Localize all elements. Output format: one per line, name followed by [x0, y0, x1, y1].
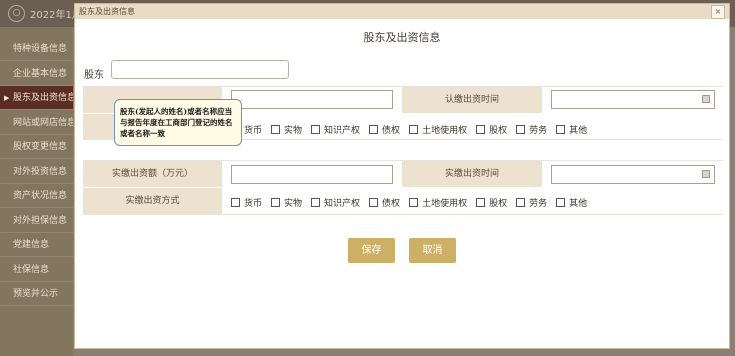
- checkbox-label: 债权: [382, 199, 401, 209]
- checkbox-label: 货币: [244, 126, 263, 136]
- dialog-title: 股东及出资信息: [79, 7, 135, 16]
- checkbox[interactable]: [476, 125, 486, 134]
- sidebar-item-label: 对外投资信息: [13, 166, 68, 177]
- calendar-icon[interactable]: [702, 170, 710, 178]
- paid-amount-input[interactable]: [231, 165, 393, 184]
- checkbox-option[interactable]: 知识产权: [311, 123, 360, 136]
- checkbox-option[interactable]: 劳务: [516, 196, 547, 209]
- sidebar-item-label: 企业基本信息: [13, 68, 68, 79]
- shareholder-tooltip: 股东(发起人的姓名)或者名称应当与报告年度在工商部门登记的姓名或者名称一致: [114, 99, 242, 146]
- checkbox-option[interactable]: 股权: [476, 196, 507, 209]
- checkbox-option[interactable]: 债权: [369, 196, 400, 209]
- caret-right-icon: ▶: [4, 94, 10, 102]
- checkbox-label: 实物: [284, 199, 303, 209]
- checkbox-label: 土地使用权: [422, 199, 468, 209]
- checkbox[interactable]: [409, 198, 419, 207]
- checkbox-label: 其他: [569, 199, 588, 209]
- checkbox[interactable]: [231, 198, 240, 207]
- checkbox[interactable]: [271, 125, 281, 134]
- checkbox-label: 股权: [489, 126, 508, 136]
- shareholder-label: 股东: [84, 70, 104, 81]
- sidebar-item[interactable]: ▶ 股东及出资信息: [0, 86, 73, 110]
- cancel-button[interactable]: 取消: [409, 238, 456, 263]
- checkbox-label: 土地使用权: [422, 126, 468, 136]
- checkbox-option[interactable]: 其他: [556, 196, 587, 209]
- sidebar-item-label: 资产状况信息: [13, 191, 68, 201]
- checkbox-option[interactable]: 实物: [271, 196, 302, 209]
- checkbox-option[interactable]: 债权: [369, 123, 400, 136]
- paid-method-checkboxes: 货币 实物 知识产权 债权 土地使用权 股权 劳务 其他: [231, 196, 596, 209]
- subscribed-time-label: 认缴出资时间: [402, 87, 542, 113]
- checkbox-label: 债权: [382, 126, 401, 136]
- sidebar-item[interactable]: 股权变更信息: [0, 135, 73, 159]
- checkbox[interactable]: [476, 198, 486, 207]
- checkbox-option[interactable]: 其他: [556, 123, 587, 136]
- checkbox[interactable]: [409, 125, 419, 134]
- close-button[interactable]: ×: [711, 5, 725, 19]
- checkbox-label: 实物: [284, 126, 303, 136]
- checkbox-label: 知识产权: [324, 126, 361, 136]
- sidebar-item[interactable]: 对外担保信息: [0, 209, 73, 233]
- subscribed-method-checkboxes: 货币 实物 知识产权 债权 土地使用权 股权 劳务 其他: [231, 123, 596, 136]
- sidebar-item-label: 特种设备信息: [13, 44, 68, 54]
- subscribed-amount-input[interactable]: [231, 90, 393, 109]
- sidebar-item-label: 预览并公示: [13, 289, 59, 299]
- sidebar-item[interactable]: 对外投资信息: [0, 160, 73, 184]
- checkbox-label: 劳务: [529, 126, 548, 136]
- checkbox[interactable]: [516, 198, 526, 207]
- sidebar-item-label: 党建信息: [13, 240, 50, 250]
- sidebar-item-label: 网站或网店信息: [13, 117, 73, 128]
- checkbox-label: 知识产权: [324, 199, 361, 209]
- checkbox[interactable]: [556, 125, 566, 134]
- checkbox-label: 股权: [489, 199, 508, 209]
- sidebar-item[interactable]: 特种设备信息: [0, 37, 73, 61]
- checkbox-label: 劳务: [529, 199, 548, 209]
- sidebar-item-label: 社保信息: [13, 264, 50, 275]
- checkbox[interactable]: [369, 198, 379, 207]
- dialog-titlebar[interactable]: 股东及出资信息 ×: [75, 4, 729, 19]
- checkbox[interactable]: [516, 125, 526, 134]
- sidebar-item[interactable]: 资产状况信息: [0, 184, 73, 208]
- checkbox[interactable]: [311, 198, 321, 207]
- checkbox[interactable]: [311, 125, 321, 134]
- sidebar-item-label: 股东及出资信息: [13, 93, 73, 103]
- paid-amount-label: 实缴出资额（万元）: [83, 161, 222, 187]
- checkbox-option[interactable]: 土地使用权: [409, 123, 467, 136]
- checkbox-option[interactable]: 土地使用权: [409, 196, 467, 209]
- sidebar-item[interactable]: 企业基本信息: [0, 62, 73, 86]
- subscribed-time-input[interactable]: [551, 90, 715, 109]
- sidebar-item[interactable]: 社保信息: [0, 258, 73, 282]
- calendar-icon[interactable]: [702, 95, 710, 103]
- sidebar-item[interactable]: 党建信息: [0, 233, 73, 257]
- paid-time-input[interactable]: [551, 165, 715, 184]
- checkbox-option[interactable]: 货币: [231, 196, 262, 209]
- dialog-body: 股东及出资信息 股东 认缴出资时间 货币 实物 知识产权 债权 土地使用权 股权 劳务 其他 …: [75, 19, 729, 348]
- divider: [83, 214, 723, 215]
- sidebar-item[interactable]: 预览并公示: [0, 282, 73, 306]
- checkbox[interactable]: [556, 198, 566, 207]
- checkbox-option[interactable]: 实物: [271, 123, 302, 136]
- checkbox-label: 其他: [569, 126, 588, 136]
- clock-icon: ○: [8, 5, 25, 22]
- paid-time-label: 实缴出资时间: [402, 161, 542, 187]
- sidebar: 特种设备信息 企业基本信息 ▶ 股东及出资信息 网站或网店信息 股权变更信息 对外投资信息资…: [0, 27, 73, 356]
- sidebar-item[interactable]: 网站或网店信息: [0, 111, 73, 135]
- checkbox[interactable]: [271, 198, 281, 207]
- paid-method-label: 实缴出资方式: [83, 188, 222, 214]
- sidebar-item-label: 股权变更信息: [13, 142, 68, 152]
- tooltip-text: 股东(发起人的姓名)或者名称应当与报告年度在工商部门登记的姓名或者名称一致: [120, 107, 233, 138]
- checkbox-label: 货币: [244, 199, 263, 209]
- checkbox-option[interactable]: 劳务: [516, 123, 547, 136]
- checkbox[interactable]: [369, 125, 379, 134]
- save-button[interactable]: 保存: [348, 238, 395, 263]
- checkbox-option[interactable]: 股权: [476, 123, 507, 136]
- shareholder-input[interactable]: [111, 60, 289, 79]
- sidebar-item-label: 对外担保信息: [13, 215, 68, 226]
- shareholder-dialog: 股东及出资信息 × 股东及出资信息 股东 认缴出资时间 货币 实物 知识产权 债权 土地…: [74, 3, 730, 349]
- checkbox-option[interactable]: 知识产权: [311, 196, 360, 209]
- form-title: 股东及出资信息: [363, 31, 441, 44]
